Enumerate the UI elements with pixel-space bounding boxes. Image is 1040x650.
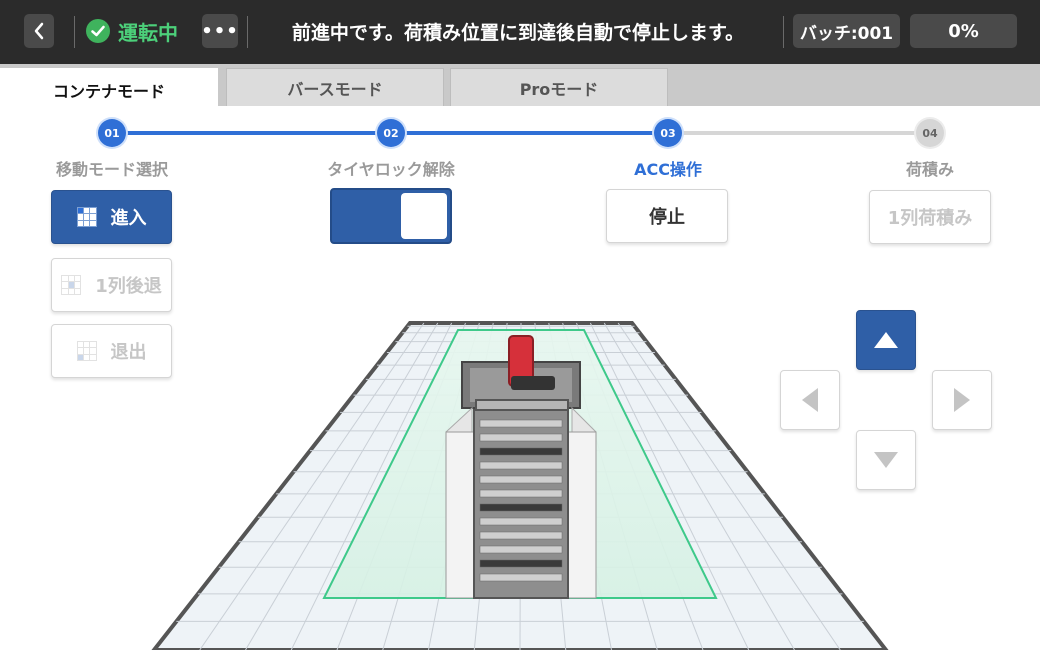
enter-button[interactable]: 進入: [51, 190, 172, 244]
exit-button[interactable]: 退出: [51, 324, 172, 378]
tire-lock-toggle[interactable]: [330, 188, 452, 244]
batch-button[interactable]: バッチ:001: [793, 14, 900, 48]
step-marker: 03: [654, 119, 682, 147]
step-marker: 02: [377, 119, 405, 147]
enter-label: 進入: [110, 208, 147, 229]
divider: [74, 16, 75, 48]
tab-container-mode[interactable]: コンテナモード: [0, 68, 218, 110]
toggle-knob: [401, 193, 447, 239]
loader-vehicle: [445, 335, 597, 599]
divider: [783, 16, 784, 48]
arrow-right-icon: [954, 388, 970, 412]
red-arm: [508, 335, 534, 387]
divider: [247, 16, 248, 48]
back-one-row-label: 1列後退: [95, 276, 162, 297]
more-button[interactable]: •••: [201, 14, 238, 48]
lane-highlight: [322, 329, 718, 599]
right-button[interactable]: [932, 370, 992, 430]
step-marker: 04: [916, 119, 944, 147]
tab-berth-mode[interactable]: バースモード: [226, 68, 444, 106]
container-floor: [151, 321, 889, 650]
mode-tabs: コンテナモード バースモード Proモード: [0, 64, 1040, 110]
grid-position-icon: [61, 275, 82, 295]
arrow-down-icon: [874, 452, 898, 468]
status-indicator: 運転中: [86, 14, 178, 48]
arrow-left-icon: [802, 388, 818, 412]
grid-position-icon: [76, 207, 97, 227]
step-label: 荷積み: [905, 160, 954, 179]
back-one-row-button[interactable]: 1列後退: [51, 258, 172, 312]
down-button[interactable]: [856, 430, 916, 490]
step-label: タイヤロック解除: [327, 160, 455, 179]
check-circle-icon: [86, 19, 110, 43]
exit-label: 退出: [110, 342, 147, 363]
floor-grid: [176, 322, 864, 650]
back-button[interactable]: [24, 14, 54, 48]
tab-pro-mode[interactable]: Proモード: [450, 68, 668, 106]
stop-button[interactable]: 停止: [606, 189, 728, 243]
arrow-up-icon: [874, 332, 898, 348]
step-marker: 01: [98, 119, 126, 147]
step-label: 移動モード選択: [55, 160, 168, 179]
progress-percent: 0%: [910, 14, 1017, 48]
top-bar: 運転中 ••• 前進中です。荷積み位置に到達後自動で停止します。 バッチ:001…: [0, 0, 1040, 64]
chevron-left-icon: [34, 22, 44, 40]
step-label-current: ACC操作: [634, 160, 702, 179]
status-message: 前進中です。荷積み位置に到達後自動で停止します。: [291, 21, 745, 44]
up-button[interactable]: [856, 310, 916, 370]
status-text: 運転中: [118, 20, 178, 45]
stop-label: 停止: [649, 207, 685, 228]
stepper-remaining-line: [668, 131, 930, 135]
grid-position-icon: [76, 341, 97, 361]
load-one-row-label: 1列荷積み: [887, 208, 973, 229]
left-button[interactable]: [780, 370, 840, 430]
load-one-row-button[interactable]: 1列荷積み: [869, 190, 991, 244]
